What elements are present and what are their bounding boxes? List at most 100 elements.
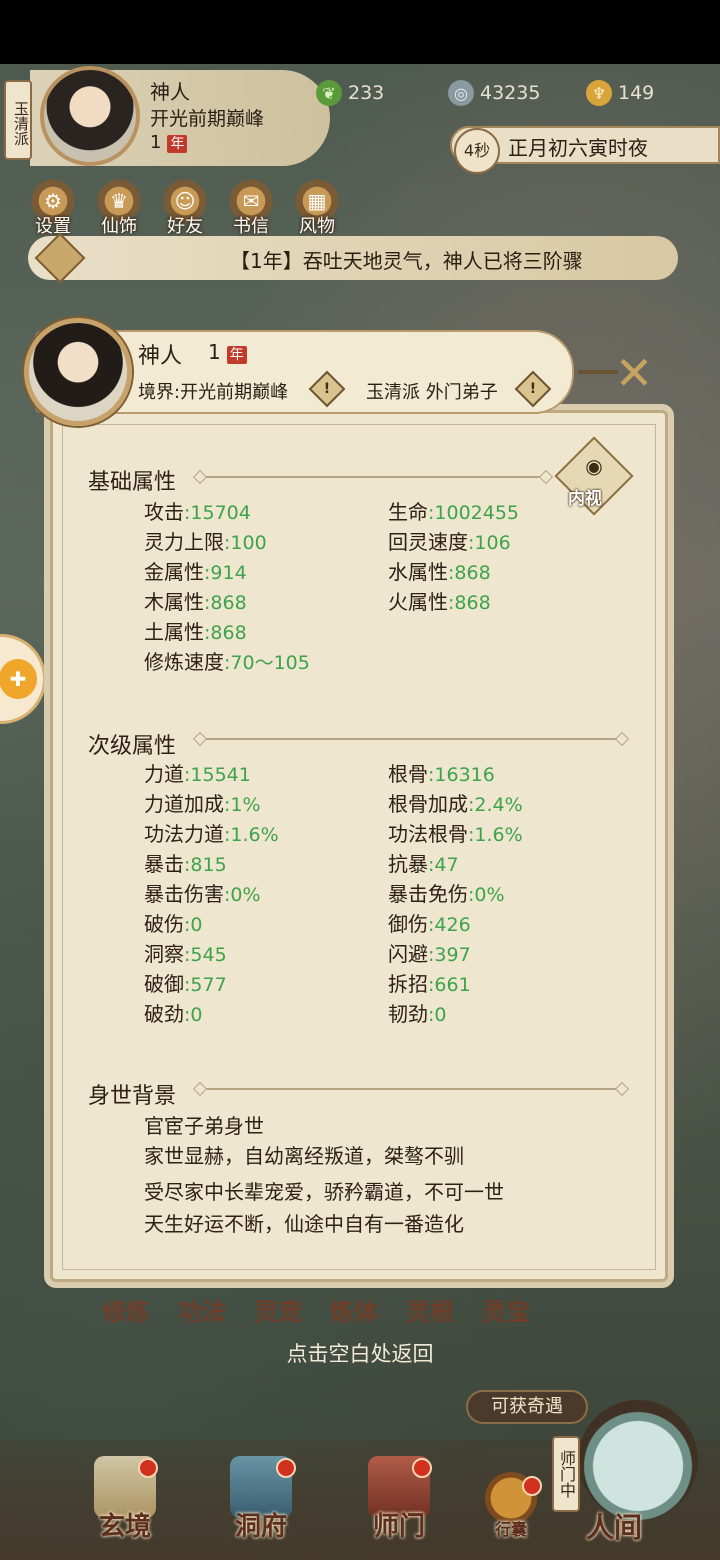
stat-label: 功法力道 — [144, 822, 224, 846]
player-realm: 开光前期巅峰 — [150, 108, 265, 130]
background-line: 官宦子弟身世 — [144, 1114, 264, 1138]
stat-label: 功法根骨 — [388, 822, 468, 846]
resource-coin[interactable]: ◎ 43235 — [448, 80, 540, 106]
stat-earth: 土属性:868 — [144, 616, 247, 645]
nav-cave[interactable]: 洞府 — [206, 1450, 316, 1550]
stat-value: :868 — [204, 622, 247, 644]
dialog-year-badge: 年 — [226, 346, 247, 364]
quick-settings-button[interactable]: ⚙ 设置 — [24, 176, 82, 237]
stat-attack: 攻击:15704 — [144, 496, 251, 525]
coin-icon: ◎ — [448, 80, 474, 106]
stat-label: 洞察 — [144, 942, 184, 966]
stat-skill-constitution: 功法根骨:1.6% — [388, 818, 523, 847]
tap-to-return-hint[interactable]: 点击空白处返回 — [0, 1338, 720, 1368]
player-name: 神人 — [150, 80, 190, 104]
stat-label: 力道 — [144, 762, 184, 786]
stat-value: :100 — [224, 532, 267, 554]
notification-dot — [138, 1458, 158, 1478]
stat-water: 水属性:868 — [388, 556, 491, 585]
quick-mail-label: 书信 — [233, 216, 269, 237]
dialog-realm: 境界:开光前期巅峰 — [138, 382, 289, 403]
tab-pets[interactable]: 灵宠 — [254, 1292, 302, 1327]
stat-value: :70～105 — [224, 652, 310, 674]
quick-friends-button[interactable]: ☺ 好友 — [156, 176, 214, 237]
section-divider — [200, 1088, 622, 1090]
stat-label: 木属性 — [144, 590, 204, 614]
eye-icon: ◉ — [585, 454, 603, 478]
notification-dot — [276, 1458, 296, 1478]
stat-value: :815 — [184, 854, 227, 876]
inner-view-label: 内视 — [568, 489, 602, 509]
stat-value: :868 — [448, 592, 491, 614]
nav-sect[interactable]: 师门 — [344, 1450, 454, 1550]
stat-label: 火属性 — [388, 590, 448, 614]
year-badge: 年 — [167, 135, 188, 153]
stat-value: :868 — [448, 562, 491, 584]
background-line: 家世显赫，自幼离经叛道，桀骜不驯 — [144, 1144, 464, 1168]
background-line: 天生好运不断，仙途中自有一番造化 — [144, 1212, 464, 1236]
stat-cultivation-speed: 修炼速度:70～105 — [144, 646, 310, 675]
stat-value: :16316 — [428, 764, 495, 786]
stat-value: :0% — [468, 884, 505, 906]
encounter-button[interactable]: 可获奇遇 — [466, 1390, 588, 1424]
stat-crit-resist: 抗暴:47 — [388, 848, 459, 877]
quick-scenery-label: 风物 — [299, 216, 335, 237]
stat-break-force: 破劲:0 — [144, 998, 203, 1027]
stat-label: 力道加成 — [144, 792, 224, 816]
stat-damage-pierce: 破伤:0 — [144, 908, 203, 937]
tab-spirit-root[interactable]: 灵根 — [406, 1292, 454, 1327]
stat-label: 土属性 — [144, 620, 204, 644]
tab-techniques[interactable]: 功法 — [178, 1292, 226, 1327]
jade-leaf-icon: ❦ — [316, 80, 342, 106]
background-title: 身世背景 — [88, 1084, 177, 1109]
player-avatar[interactable] — [40, 66, 140, 166]
secondary-attributes-title: 次级属性 — [88, 734, 177, 759]
stat-label: 拆招 — [388, 972, 428, 996]
mortal-world-label: 人间 — [586, 1511, 643, 1544]
tab-treasures[interactable]: 灵宝 — [482, 1292, 530, 1327]
resource-jade-value: 233 — [348, 82, 385, 104]
warning-icon: ! — [323, 381, 331, 397]
quick-scenery-button[interactable]: ▦ 风物 — [288, 176, 346, 237]
quick-costume-button[interactable]: ♛ 仙饰 — [90, 176, 148, 237]
dialog-avatar — [24, 318, 132, 426]
stat-crit-damage: 暴击伤害:0% — [144, 878, 261, 907]
quick-mail-button[interactable]: ✉ 书信 — [222, 176, 280, 237]
resource-jade[interactable]: ❦ 233 — [316, 80, 384, 106]
stat-value: :0% — [224, 884, 261, 906]
stat-constitution: 根骨:16316 — [388, 758, 495, 787]
stat-label: 破御 — [144, 972, 184, 996]
notification-dot — [522, 1476, 542, 1496]
stat-label: 根骨 — [388, 762, 428, 786]
tab-body-training[interactable]: 炼体 — [330, 1292, 378, 1327]
stat-label: 暴击 — [144, 852, 184, 876]
nav-realm[interactable]: 玄境 — [70, 1450, 180, 1550]
resource-ingot[interactable]: ♆ 149 — [586, 80, 654, 106]
quick-friends-label: 好友 — [167, 216, 203, 237]
stat-label: 生命 — [388, 500, 428, 524]
nav-cave-label: 洞府 — [234, 1512, 287, 1542]
stat-value: :2.4% — [468, 794, 523, 816]
stat-toughness: 韧劲:0 — [388, 998, 447, 1027]
stat-label: 修炼速度 — [144, 650, 224, 674]
stat-hp: 生命:1002455 — [388, 496, 519, 525]
tab-cultivate[interactable]: 修炼 — [102, 1292, 150, 1327]
close-icon[interactable]: ✕ — [608, 348, 660, 400]
news-text: 【1年】吞吐天地灵气，神人已将三阶骤 — [230, 249, 583, 273]
stat-fire: 火属性:868 — [388, 586, 491, 615]
stat-value: :0 — [184, 914, 203, 936]
stat-label: 抗暴 — [388, 852, 428, 876]
stat-value: :1.6% — [468, 824, 523, 846]
stat-value: :1.6% — [224, 824, 279, 846]
stat-value: :106 — [468, 532, 511, 554]
mortal-world-button[interactable] — [578, 1400, 698, 1520]
nav-bag[interactable]: 行囊 — [466, 1450, 556, 1550]
stat-label: 回灵速度 — [388, 530, 468, 554]
stat-value: :661 — [428, 974, 471, 996]
stat-crit-damage-reduction: 暴击免伤:0% — [388, 878, 505, 907]
stat-value: :914 — [204, 562, 247, 584]
stat-dodge: 闪避:397 — [388, 938, 471, 967]
background-line: 受尽家中长辈宠爱，骄矜霸道，不可一世 — [144, 1180, 504, 1204]
stat-label: 灵力上限 — [144, 530, 224, 554]
stat-crit: 暴击:815 — [144, 848, 227, 877]
